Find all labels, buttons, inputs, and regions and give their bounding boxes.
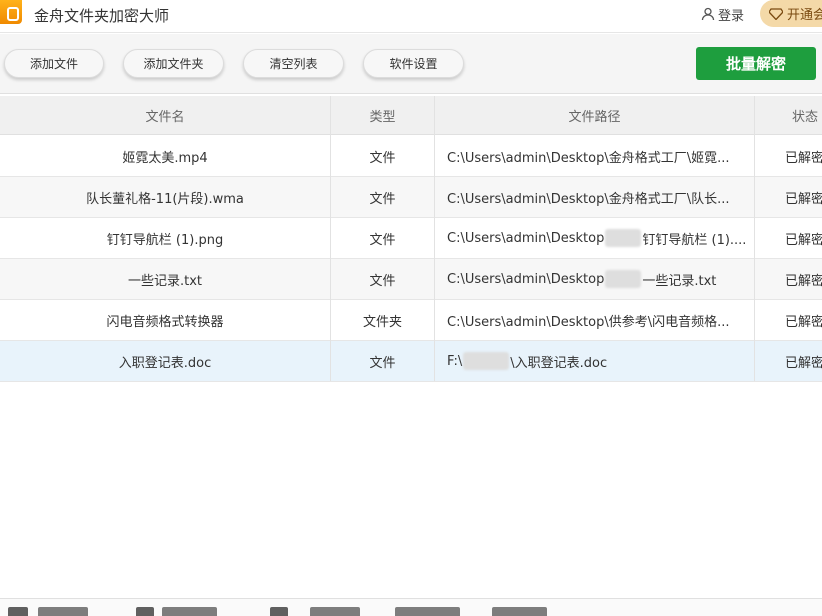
settings-button[interactable]: 软件设置 — [363, 49, 464, 78]
footer-icon[interactable] — [8, 607, 28, 616]
file-name: 一些记录.txt — [127, 273, 203, 289]
footer-item[interactable] — [38, 607, 88, 616]
file-status: 已解密 — [785, 191, 822, 207]
file-status: 已解密 — [785, 150, 822, 166]
clear-list-button[interactable]: 清空列表 — [243, 49, 344, 78]
table-row[interactable]: 姬霓太美.mp4 文件 C:\Users\admin\Desktop\金舟格式工… — [0, 136, 822, 177]
file-path: C:\Users\admin\Desktop 一些记录.txt — [447, 259, 753, 299]
file-path-part: 一些记录.txt — [642, 273, 717, 289]
footer-icon[interactable] — [270, 607, 288, 616]
file-name: 入职登记表.doc — [118, 355, 212, 371]
table-row-selected[interactable]: 入职登记表.doc 文件 F:\ \入职登记表.doc 已解密 — [0, 341, 822, 382]
file-status: 已解密 — [785, 355, 822, 371]
table-row[interactable]: 队长蕫礼格-11(片段).wma 文件 C:\Users\admin\Deskt… — [0, 177, 822, 218]
column-header-type[interactable]: 类型 — [331, 96, 434, 135]
file-type: 文件 — [369, 273, 396, 289]
footer-item[interactable] — [162, 607, 217, 616]
file-path: C:\Users\admin\Desktop\金舟格式工厂\姬霓... — [447, 150, 730, 166]
redacted-blur — [605, 270, 642, 288]
toolbar: 添加文件 添加文件夹 清空列表 软件设置 批量解密 — [0, 34, 822, 94]
file-type: 文件 — [369, 355, 396, 371]
file-name: 钉钉导航栏 (1).png — [106, 232, 224, 248]
file-path-part: F:\ — [447, 353, 463, 369]
add-file-button[interactable]: 添加文件 — [4, 49, 104, 78]
app-logo-icon — [0, 0, 22, 24]
footer-item[interactable] — [310, 607, 360, 616]
footer-item[interactable] — [492, 607, 547, 616]
file-name: 姬霓太美.mp4 — [122, 150, 208, 166]
file-path: C:\Users\admin\Desktop\金舟格式工厂\队长... — [447, 191, 730, 207]
add-folder-button[interactable]: 添加文件夹 — [123, 49, 224, 78]
footer-item[interactable] — [395, 607, 460, 616]
login-label: 登录 — [718, 8, 745, 24]
file-type: 文件 — [369, 150, 396, 166]
redacted-blur — [463, 352, 510, 370]
column-header-path[interactable]: 文件路径 — [435, 96, 754, 135]
table-header: 文件名 类型 文件路径 状态 — [0, 96, 822, 135]
table-row[interactable]: 闪电音频格式转换器 文件夹 C:\Users\admin\Desktop\供参考… — [0, 300, 822, 341]
file-type: 文件夹 — [362, 314, 402, 330]
login-button[interactable]: 登录 — [701, 4, 744, 24]
column-header-name[interactable]: 文件名 — [0, 96, 330, 135]
file-status: 已解密 — [785, 273, 822, 289]
file-status: 已解密 — [785, 232, 822, 248]
file-type: 文件 — [369, 191, 396, 207]
file-name: 队长蕫礼格-11(片段).wma — [86, 191, 244, 207]
redacted-blur — [605, 229, 642, 247]
column-divider — [330, 96, 331, 381]
column-header-status[interactable]: 状态 — [755, 96, 822, 135]
title-bar: 金舟文件夹加密大师 登录 开通会 — [0, 0, 822, 33]
file-path-part: C:\Users\admin\Desktop — [447, 271, 605, 287]
file-path-part: C:\Users\admin\Desktop — [447, 230, 605, 246]
file-path: C:\Users\admin\Desktop 钉钉导航栏 (1).... — [447, 218, 753, 258]
column-divider — [434, 96, 435, 381]
table-row[interactable]: 钉钉导航栏 (1).png 文件 C:\Users\admin\Desktop 钉… — [0, 218, 822, 259]
footer-icon[interactable] — [136, 607, 154, 616]
file-path-part: 钉钉导航栏 (1).... — [642, 232, 747, 248]
file-path: C:\Users\admin\Desktop\供参考\闪电音频格... — [447, 314, 730, 330]
column-divider — [754, 96, 755, 381]
file-name: 闪电音频格式转换器 — [106, 314, 224, 330]
vip-label: 开通会 — [787, 8, 822, 23]
diamond-icon — [769, 7, 783, 20]
file-path-part: \入职登记表.doc — [510, 355, 608, 371]
footer-bar — [0, 598, 822, 616]
batch-decrypt-button[interactable]: 批量解密 — [696, 47, 816, 80]
user-icon — [701, 7, 715, 21]
table-row[interactable]: 一些记录.txt 文件 C:\Users\admin\Desktop 一些记录.t… — [0, 259, 822, 300]
vip-button[interactable]: 开通会 — [760, 0, 822, 27]
file-path: F:\ \入职登记表.doc — [447, 341, 753, 381]
app-title: 金舟文件夹加密大师 — [34, 7, 170, 25]
file-status: 已解密 — [785, 314, 822, 330]
file-type: 文件 — [369, 232, 396, 248]
